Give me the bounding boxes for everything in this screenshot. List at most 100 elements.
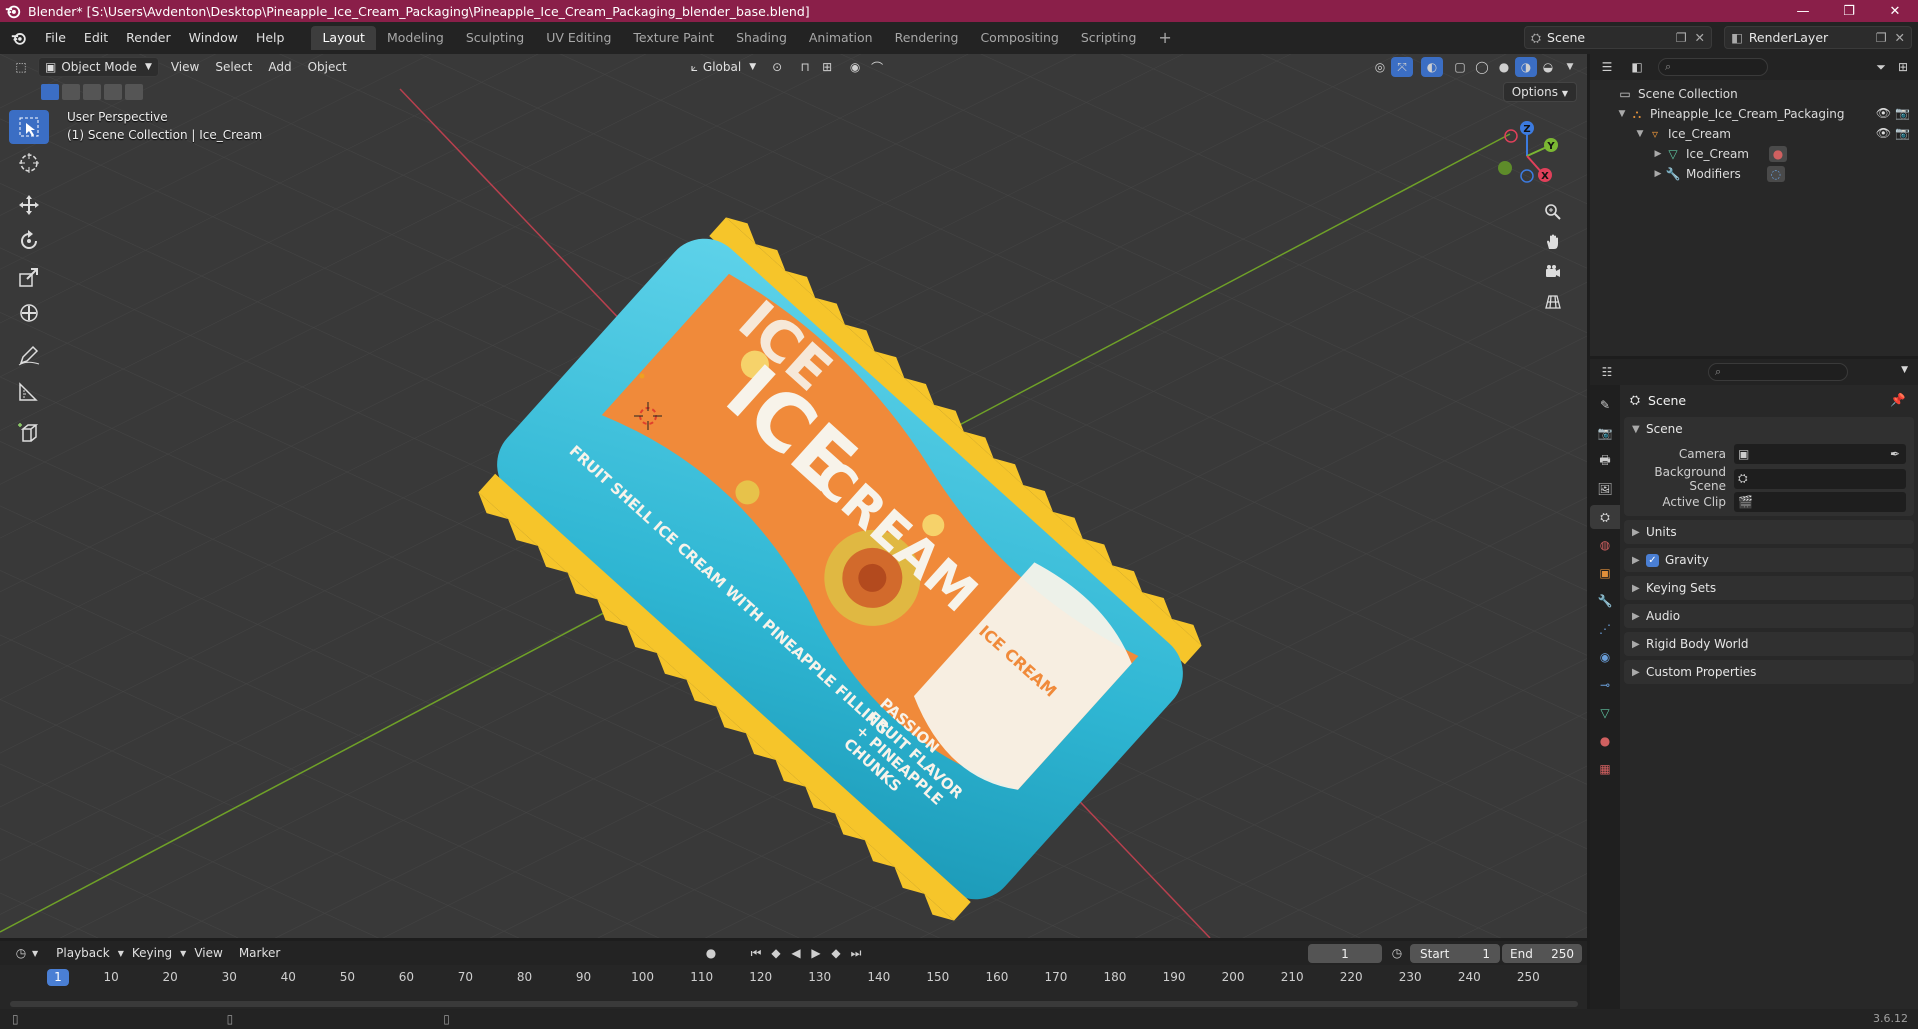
tab-view-layer[interactable]: 🖼	[1590, 477, 1620, 501]
camera-field[interactable]: ▣ ✒	[1734, 443, 1906, 464]
select-extend-icon[interactable]	[62, 84, 80, 100]
timeline-menu-playback[interactable]: Playback	[48, 946, 118, 960]
3d-viewport[interactable]: ICE ICE CREAM FRUIT SHELL ICE CREAM WITH…	[0, 54, 1587, 938]
tab-layout[interactable]: Layout	[311, 26, 376, 50]
blender-menu-icon[interactable]	[10, 29, 28, 47]
tab-scripting[interactable]: Scripting	[1070, 26, 1148, 50]
tab-physics[interactable]: ◉	[1590, 645, 1620, 669]
panel-rigid-body-header[interactable]: ▶ Rigid Body World	[1624, 632, 1914, 656]
transform-tool[interactable]	[9, 296, 49, 330]
visibility-icon[interactable]: ◎	[1369, 57, 1391, 77]
outliner-editor-type-icon[interactable]: ☰	[1596, 57, 1618, 77]
current-frame-field[interactable]: 1	[1308, 944, 1382, 963]
select-tool[interactable]	[9, 110, 49, 144]
eyedropper-icon[interactable]: ✒	[1890, 447, 1900, 461]
add-workspace-button[interactable]: +	[1147, 26, 1182, 50]
select-invert-icon[interactable]	[104, 84, 122, 100]
panel-scene-header[interactable]: ▼ Scene	[1624, 417, 1914, 441]
menu-edit[interactable]: Edit	[75, 27, 117, 49]
scale-tool[interactable]	[9, 260, 49, 294]
display-mode-icon[interactable]: ◧	[1626, 57, 1648, 77]
play-reverse-icon[interactable]: ◀	[785, 943, 807, 963]
measure-tool[interactable]	[9, 374, 49, 408]
active-clip-field[interactable]: 🎬	[1734, 491, 1906, 512]
shading-solid-icon[interactable]: ●	[1493, 57, 1515, 77]
tab-particles[interactable]: ⋰	[1590, 617, 1620, 641]
tab-texture[interactable]: ▦	[1590, 757, 1620, 781]
tab-rendering[interactable]: Rendering	[884, 26, 970, 50]
perspective-toggle-button[interactable]	[1541, 290, 1565, 314]
viewport-menu-view[interactable]: View	[163, 60, 207, 74]
panel-custom-properties-header[interactable]: ▶ Custom Properties	[1624, 660, 1914, 684]
viewport-menu-add[interactable]: Add	[260, 60, 299, 74]
panel-units[interactable]: ▶ Units	[1624, 520, 1914, 544]
outliner-row-mesh[interactable]: ▶ ▽ Ice_Cream ●	[1590, 144, 1918, 164]
pan-view-button[interactable]	[1541, 230, 1565, 254]
shading-wireframe-icon[interactable]: ◯	[1471, 57, 1493, 77]
xray-icon[interactable]: ▢	[1449, 57, 1471, 77]
menu-help[interactable]: Help	[247, 27, 294, 49]
navigation-gizmo[interactable]: Z Y X	[1477, 116, 1577, 376]
tab-scene[interactable]: ⛭	[1590, 505, 1620, 529]
expand-arrow-icon[interactable]: ▶	[1652, 169, 1664, 179]
camera-render-icon[interactable]: 📷	[1895, 106, 1910, 120]
tab-world[interactable]: ◍	[1590, 533, 1620, 557]
outliner-search-input[interactable]: ⌕	[1658, 58, 1768, 76]
mode-dropdown[interactable]: ▣ Object Mode ▼	[38, 57, 159, 77]
panel-gravity-header[interactable]: ▶ ✓ Gravity	[1624, 548, 1914, 572]
chevron-down-icon[interactable]: ▼	[32, 949, 38, 958]
tab-material[interactable]: ●	[1590, 729, 1620, 753]
expand-arrow-icon[interactable]: ▶	[1652, 149, 1664, 159]
chevron-down-icon[interactable]: ▼	[1901, 365, 1908, 375]
new-collection-icon[interactable]: ⊞	[1892, 57, 1914, 77]
jump-end-icon[interactable]: ⏭	[845, 943, 867, 963]
expand-arrow-icon[interactable]: ▼	[1616, 109, 1628, 119]
tab-data[interactable]: ▽	[1590, 701, 1620, 725]
shading-rendered-icon[interactable]: ◒	[1537, 57, 1559, 77]
tab-render[interactable]: 📷	[1590, 421, 1620, 445]
menu-window[interactable]: Window	[180, 27, 247, 49]
properties-editor-type-icon[interactable]: ☷	[1596, 362, 1618, 382]
proportional-edit-icon[interactable]: ◉	[844, 57, 866, 77]
minimize-button[interactable]: —	[1780, 0, 1826, 22]
cursor-tool[interactable]	[9, 146, 49, 180]
tab-compositing[interactable]: Compositing	[969, 26, 1069, 50]
view-layer-selector[interactable]: ◧ RenderLayer ❐ ✕	[1724, 26, 1912, 49]
delete-scene-icon[interactable]: ✕	[1695, 30, 1705, 45]
pivot-point-icon[interactable]: ⊙	[766, 57, 788, 77]
preview-range-icon[interactable]: ◷	[1386, 943, 1408, 963]
tab-tool[interactable]: ✎	[1590, 393, 1620, 417]
tab-animation[interactable]: Animation	[798, 26, 884, 50]
axis-gizmo[interactable]: Z Y X	[1477, 116, 1577, 196]
annotate-tool[interactable]	[9, 338, 49, 372]
timeline-menu-view[interactable]: View	[186, 946, 230, 960]
menu-render[interactable]: Render	[117, 27, 180, 49]
editor-type-icon[interactable]: ⬚	[10, 57, 32, 77]
outliner-row-modifiers[interactable]: ▶ 🔧 Modifiers ◌	[1590, 164, 1918, 184]
add-cube-tool[interactable]	[9, 416, 49, 450]
tab-constraints[interactable]: ⊸	[1590, 673, 1620, 697]
viewport-menu-object[interactable]: Object	[300, 60, 355, 74]
zoom-view-button[interactable]	[1541, 200, 1565, 224]
jump-start-icon[interactable]: ⏮	[745, 943, 767, 963]
new-layer-icon[interactable]: ❐	[1876, 30, 1887, 45]
panel-keying-sets-header[interactable]: ▶ Keying Sets	[1624, 576, 1914, 600]
gravity-checkbox[interactable]: ✓	[1646, 553, 1659, 567]
start-frame-field[interactable]: Start 1	[1410, 944, 1500, 963]
tab-modeling[interactable]: Modeling	[376, 26, 455, 50]
tab-output[interactable]: 🖶	[1590, 449, 1620, 473]
tab-texture-paint[interactable]: Texture Paint	[622, 26, 725, 50]
options-button[interactable]: Options ▼	[1502, 82, 1577, 102]
outliner-root-row[interactable]: ▭ Scene Collection	[1590, 84, 1918, 104]
camera-render-icon[interactable]: 📷	[1895, 126, 1910, 140]
current-frame-marker[interactable]: 1	[47, 969, 69, 986]
background-scene-field[interactable]: ⛭	[1734, 468, 1906, 489]
scene-selector[interactable]: ⛭ Scene ❐ ✕	[1524, 26, 1712, 49]
move-tool[interactable]	[9, 188, 49, 222]
prev-keyframe-icon[interactable]: ◆	[765, 943, 787, 963]
tab-modifiers[interactable]: 🔧	[1590, 589, 1620, 613]
new-scene-icon[interactable]: ❐	[1676, 30, 1687, 45]
viewport-menu-select[interactable]: Select	[207, 60, 260, 74]
menu-file[interactable]: File	[36, 27, 75, 49]
snap-target-icon[interactable]: ⊞	[816, 57, 838, 77]
